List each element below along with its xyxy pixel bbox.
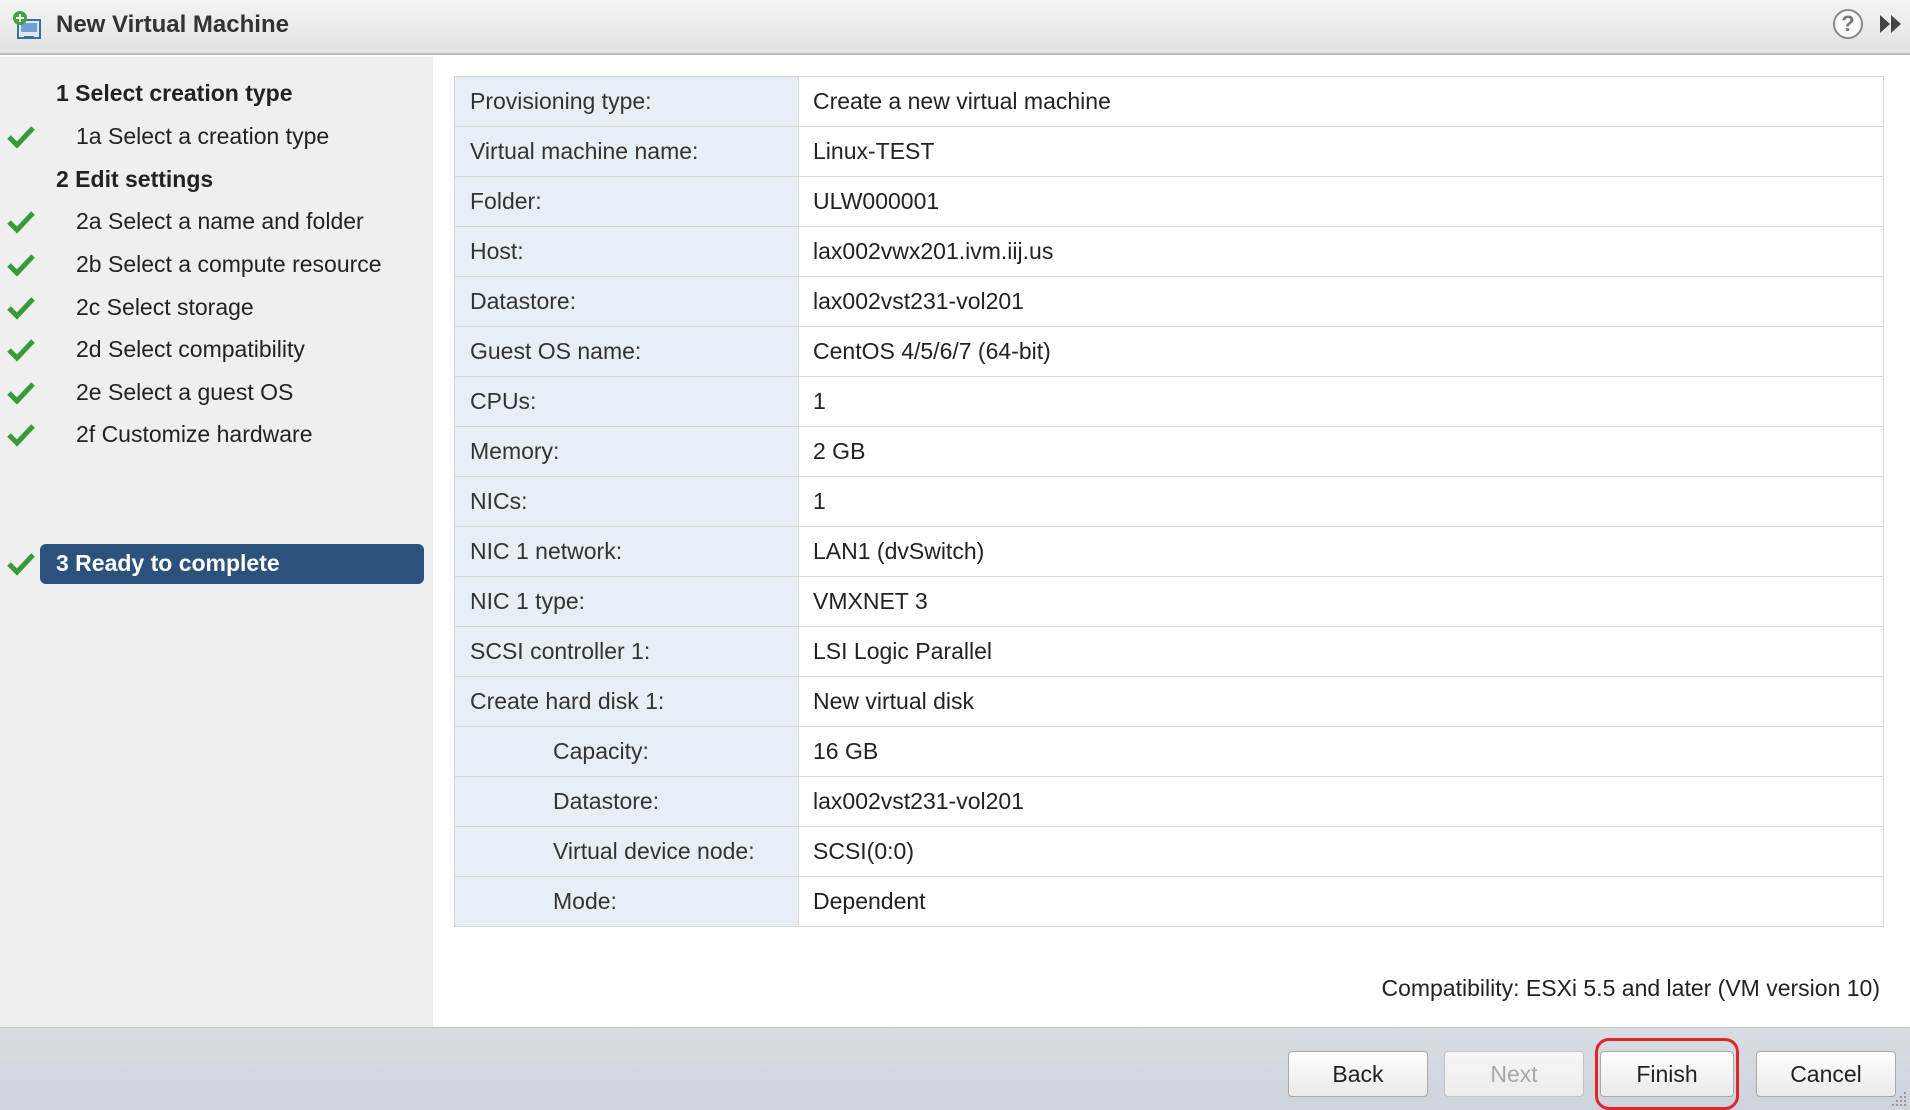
- row-value: SCSI(0:0): [798, 826, 1884, 877]
- table-row: Datastore: lax002vst231-vol201: [454, 776, 1884, 827]
- row-key: CPUs:: [454, 376, 799, 427]
- row-key: Host:: [454, 226, 799, 277]
- step-2d-select-compatibility[interactable]: 2d Select compatibility: [0, 330, 433, 370]
- row-key: Datastore:: [454, 276, 799, 327]
- row-value: lax002vwx201.ivm.iij.us: [798, 226, 1884, 277]
- table-row: Memory: 2 GB: [454, 426, 1884, 477]
- row-key: Virtual device node:: [454, 826, 799, 877]
- step-label: 2 Edit settings: [56, 166, 214, 192]
- table-row: Create hard disk 1: New virtual disk: [454, 676, 1884, 727]
- row-value: Linux-TEST: [798, 126, 1884, 177]
- table-row: Provisioning type: Create a new virtual m…: [454, 76, 1884, 127]
- checkmark-icon: [7, 254, 35, 277]
- table-row: Folder: ULW000001: [454, 176, 1884, 227]
- checkmark-icon: [7, 297, 35, 320]
- row-key: Capacity:: [454, 726, 799, 777]
- checkmark-icon: [7, 382, 35, 405]
- row-value: CentOS 4/5/6/7 (64-bit): [798, 326, 1884, 377]
- table-row: Mode: Dependent: [454, 876, 1884, 927]
- row-value: 2 GB: [798, 426, 1884, 477]
- step-2-edit-settings[interactable]: 2 Edit settings: [0, 160, 433, 200]
- row-value: New virtual disk: [798, 676, 1884, 727]
- row-value: lax002vst231-vol201: [798, 276, 1884, 327]
- wizard-steps-sidebar: 1 Select creation type 1a Select a creat…: [0, 57, 433, 1027]
- help-icon[interactable]: ?: [1833, 9, 1863, 39]
- table-row: Datastore: lax002vst231-vol201: [454, 276, 1884, 327]
- window-title: New Virtual Machine: [56, 11, 289, 38]
- resize-grip-icon[interactable]: [1890, 1090, 1908, 1108]
- row-value: 1: [798, 476, 1884, 527]
- table-row: Virtual device node: SCSI(0:0): [454, 826, 1884, 877]
- settings-summary-table: Provisioning type: Create a new virtual m…: [454, 76, 1884, 927]
- next-button[interactable]: Next: [1444, 1051, 1584, 1097]
- table-row: NIC 1 network: LAN1 (dvSwitch): [454, 526, 1884, 577]
- step-label: 3 Ready to complete: [56, 550, 280, 576]
- double-chevron-right-icon[interactable]: [1878, 12, 1904, 36]
- row-key: NICs:: [454, 476, 799, 527]
- row-value: LAN1 (dvSwitch): [798, 526, 1884, 577]
- row-key: NIC 1 network:: [454, 526, 799, 577]
- row-value: 16 GB: [798, 726, 1884, 777]
- row-value: Create a new virtual machine: [798, 76, 1884, 127]
- row-value: Dependent: [798, 876, 1884, 927]
- step-2c-select-storage[interactable]: 2c Select storage: [0, 288, 433, 328]
- finish-highlight-annotation: [1595, 1038, 1739, 1110]
- row-value: 1: [798, 376, 1884, 427]
- checkmark-icon: [7, 339, 35, 362]
- step-1a-select-a-creation-type[interactable]: 1a Select a creation type: [0, 117, 433, 157]
- ready-to-complete-panel: Provisioning type: Create a new virtual m…: [433, 57, 1910, 1027]
- compatibility-text: Compatibility: ESXi 5.5 and later (VM ve…: [1381, 975, 1880, 1001]
- table-row: SCSI controller 1: LSI Logic Parallel: [454, 626, 1884, 677]
- back-button[interactable]: Back: [1288, 1051, 1428, 1097]
- table-row: CPUs: 1: [454, 376, 1884, 427]
- table-row: Host: lax002vwx201.ivm.iij.us: [454, 226, 1884, 277]
- row-key: Provisioning type:: [454, 76, 799, 127]
- step-label: 1a Select a creation type: [76, 123, 330, 149]
- table-row: Guest OS name: CentOS 4/5/6/7 (64-bit): [454, 326, 1884, 377]
- step-2a-select-name-and-folder[interactable]: 2a Select a name and folder: [0, 202, 433, 242]
- table-row: Capacity: 16 GB: [454, 726, 1884, 777]
- row-key: Create hard disk 1:: [454, 676, 799, 727]
- row-value: LSI Logic Parallel: [798, 626, 1884, 677]
- row-value: ULW000001: [798, 176, 1884, 227]
- step-3-ready-to-complete[interactable]: 3 Ready to complete: [0, 544, 433, 584]
- checkmark-icon: [7, 211, 35, 234]
- step-label: 2c Select storage: [76, 294, 254, 320]
- cancel-button[interactable]: Cancel: [1756, 1051, 1896, 1097]
- row-key: Memory:: [454, 426, 799, 477]
- checkmark-icon: [7, 553, 35, 576]
- step-1-select-creation-type[interactable]: 1 Select creation type: [0, 74, 433, 114]
- step-label: 2a Select a name and folder: [76, 208, 364, 234]
- checkmark-icon: [7, 126, 35, 149]
- title-bar: New Virtual Machine ?: [0, 0, 1910, 55]
- step-2b-select-compute-resource[interactable]: 2b Select a compute resource: [0, 245, 433, 285]
- new-vm-icon: [13, 11, 41, 39]
- row-key: Datastore:: [454, 776, 799, 827]
- step-2f-customize-hardware[interactable]: 2f Customize hardware: [0, 415, 433, 455]
- step-label: 2b Select a compute resource: [76, 251, 382, 277]
- row-key: SCSI controller 1:: [454, 626, 799, 677]
- row-key: Guest OS name:: [454, 326, 799, 377]
- wizard-footer: Back Next Finish Cancel: [0, 1027, 1910, 1110]
- row-key: NIC 1 type:: [454, 576, 799, 627]
- row-value: VMXNET 3: [798, 576, 1884, 627]
- step-label: 1 Select creation type: [56, 80, 293, 106]
- step-2e-select-guest-os[interactable]: 2e Select a guest OS: [0, 373, 433, 413]
- step-label: 2f Customize hardware: [76, 421, 313, 447]
- row-key: Folder:: [454, 176, 799, 227]
- checkmark-icon: [7, 424, 35, 447]
- step-label: 2e Select a guest OS: [76, 379, 294, 405]
- step-label: 2d Select compatibility: [76, 336, 305, 362]
- table-row: Virtual machine name: Linux-TEST: [454, 126, 1884, 177]
- table-row: NICs: 1: [454, 476, 1884, 527]
- row-value: lax002vst231-vol201: [798, 776, 1884, 827]
- row-key: Virtual machine name:: [454, 126, 799, 177]
- row-key: Mode:: [454, 876, 799, 927]
- table-row: NIC 1 type: VMXNET 3: [454, 576, 1884, 627]
